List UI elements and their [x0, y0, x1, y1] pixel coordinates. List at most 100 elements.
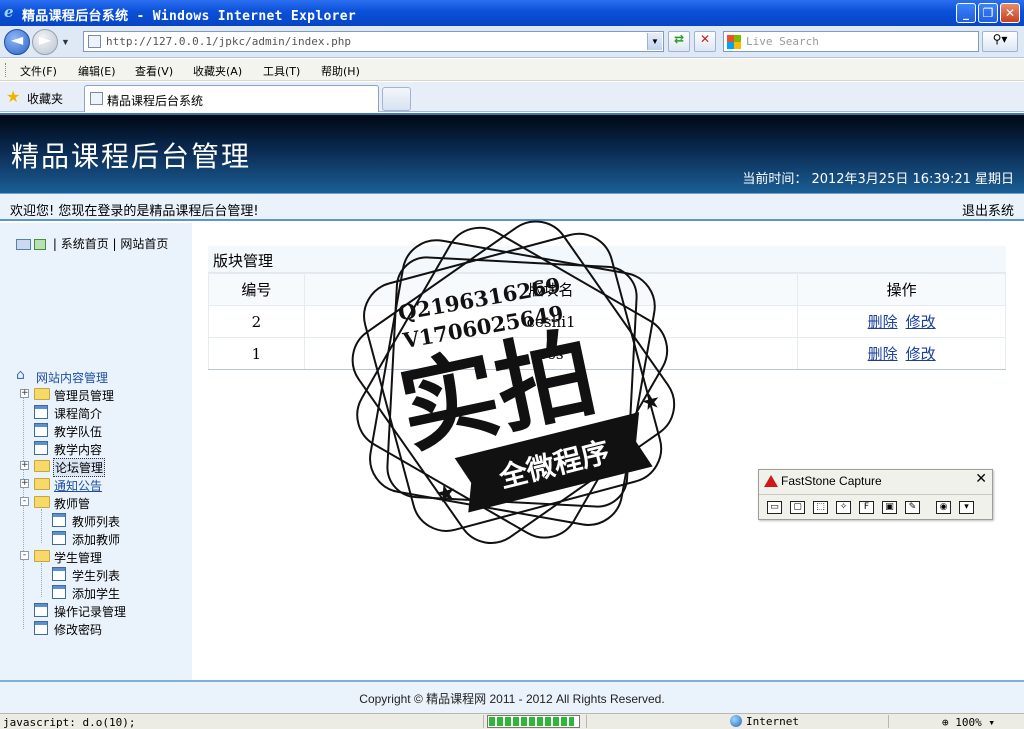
faststone-capture-toolbar[interactable]: FastStone Capture ✕ ▭ ▢ ⬚ ✧ F ▣ ✎ ◉ ▾ [758, 469, 993, 520]
search-input[interactable]: Live Search [723, 31, 979, 52]
welcome-message: 欢迎您! 您现在登录的是精品课程后台管理! [10, 204, 259, 219]
delete-link[interactable]: 删除 [868, 313, 898, 331]
tree-item-label: 添加教师 [72, 533, 121, 547]
forward-arrow-icon[interactable]: ► [32, 29, 58, 55]
window-titlebar: e 精品课程后台系统 - Windows Internet Explorer _… [0, 0, 1024, 26]
favorites-star-icon[interactable]: ★ [6, 87, 20, 107]
site-home-link[interactable]: 网站首页 [120, 237, 168, 251]
menu-bar: 文件(F) 编辑(E) 查看(V) 收藏夹(A) 工具(T) 帮助(H) [0, 59, 1024, 81]
menu-view[interactable]: 查看(V) [135, 63, 173, 79]
capture-tool-button[interactable]: ▭ [767, 501, 782, 514]
history-dropdown-icon[interactable]: ▼ [61, 37, 70, 47]
link-separator: | [52, 237, 57, 251]
folder-icon [34, 478, 50, 490]
logout-link[interactable]: 退出系统 [962, 200, 1014, 219]
back-arrow-icon[interactable]: ◄ [4, 29, 30, 55]
collapse-icon[interactable]: - [20, 551, 29, 560]
url-dropdown-icon[interactable]: ▼ [647, 33, 662, 50]
favorites-bar: ★ 收藏夹 精品课程后台系统 [0, 82, 1024, 112]
panel-title: 版块管理 [213, 252, 274, 270]
capture-tool-button[interactable]: ✧ [836, 501, 851, 514]
progress-fill [489, 717, 574, 726]
collapse-icon[interactable]: - [20, 497, 29, 506]
system-home-link[interactable]: 系统首页 [61, 237, 109, 251]
tree-item-label: 论坛管理 [53, 458, 106, 477]
new-tab-button[interactable] [382, 87, 411, 111]
document-icon [34, 441, 48, 455]
edit-link[interactable]: 修改 [906, 345, 936, 363]
tab-page-icon [90, 92, 103, 105]
refresh-icon[interactable]: ⇄ [668, 31, 690, 52]
close-button[interactable]: ✕ [1000, 3, 1020, 23]
tree-item-label: 学生管理 [54, 551, 103, 565]
capture-tool-button[interactable]: ▣ [882, 501, 897, 514]
site-header: 精品课程后台管理 当前时间： 2012年3月25日 16:39:21 星期日 [0, 113, 1024, 193]
cell-name: ceshi1 [303, 305, 799, 338]
favorites-button[interactable]: 收藏夹 [27, 90, 63, 107]
document-icon [52, 585, 66, 599]
tree-item-label: 教学队伍 [54, 425, 103, 439]
search-button[interactable]: ⚲▾ [982, 31, 1018, 52]
browser-tab[interactable]: 精品课程后台系统 [84, 85, 379, 112]
status-text: javascript: d.o(10); [3, 716, 136, 729]
copyright-text: Copyright © 精品课程网 2011 - 2012 All Rights… [359, 692, 665, 706]
status-separator [586, 715, 587, 728]
cell-name: ces [303, 337, 799, 370]
menu-help[interactable]: 帮助(H) [321, 63, 360, 79]
capture-tool-button[interactable]: ▢ [790, 501, 805, 514]
capture-tool-button[interactable]: ⬚ [813, 501, 828, 514]
minimize-button[interactable]: _ [956, 3, 976, 23]
tree-item-label: 修改密码 [54, 623, 103, 637]
status-separator [888, 715, 889, 728]
home-icon: ⌂ [16, 367, 25, 383]
column-header-name: 版块名 [303, 273, 799, 306]
table-row: 1 ces 删除 修改 [208, 337, 1006, 370]
tree-item-label: 操作记录管理 [54, 605, 127, 619]
expand-icon[interactable]: + [20, 479, 29, 488]
folder-icon [34, 388, 50, 400]
tree-item-label: 教师列表 [72, 515, 121, 529]
expand-icon[interactable]: + [20, 389, 29, 398]
capture-tool-button[interactable]: ◉ [936, 501, 951, 514]
cell-ops: 删除 修改 [797, 305, 1006, 338]
menu-tools[interactable]: 工具(T) [263, 63, 300, 79]
stop-icon[interactable]: ✕ [694, 31, 716, 52]
tree-line [41, 509, 42, 543]
document-icon [34, 603, 48, 617]
panel-header: 版块管理 [208, 246, 1006, 273]
folder-icon [34, 460, 50, 472]
capture-tool-button[interactable]: F [859, 501, 874, 514]
edit-link[interactable]: 修改 [906, 313, 936, 331]
expand-icon[interactable]: + [20, 461, 29, 470]
cell-id: 1 [208, 337, 305, 370]
column-header-id: 编号 [208, 273, 305, 306]
tree-line [41, 563, 42, 597]
cell-ops: 删除 修改 [797, 337, 1006, 370]
zoom-level: 100% [955, 716, 982, 729]
address-toolbar: ◄ ► ▼ http://127.0.0.1/jpkc/admin/index.… [0, 26, 1024, 58]
faststone-close-button[interactable]: ✕ [975, 471, 987, 487]
tree-line [23, 389, 24, 629]
tab-title: 精品课程后台系统 [107, 94, 204, 108]
capture-tool-button[interactable]: ✎ [905, 501, 920, 514]
security-zone[interactable]: Internet [730, 715, 799, 728]
faststone-title: FastStone Capture [781, 474, 882, 488]
document-icon [52, 531, 66, 545]
url-text: http://127.0.0.1/jpkc/admin/index.php [106, 35, 352, 48]
zoom-control[interactable]: ⊕ 100% ▾ [942, 716, 995, 729]
capture-tool-button[interactable]: ▾ [959, 501, 974, 514]
tree-item-label: 通知公告 [54, 479, 103, 493]
url-input[interactable]: http://127.0.0.1/jpkc/admin/index.php ▼ [83, 31, 664, 52]
menu-edit[interactable]: 编辑(E) [78, 63, 116, 79]
progress-bar [487, 715, 580, 728]
zone-label: Internet [746, 715, 799, 728]
main-content: 版块管理 编号 版块名 操作 2 ceshi1 删除 修改 1 ces 删除 修改 [208, 246, 1006, 371]
status-bar: javascript: d.o(10); Internet ⊕ 100% ▾ [0, 713, 1024, 729]
document-icon [52, 567, 66, 581]
delete-link[interactable]: 删除 [868, 345, 898, 363]
maximize-button[interactable]: ❐ [978, 3, 998, 23]
ie-logo-icon: e [4, 3, 14, 21]
menu-file[interactable]: 文件(F) [20, 63, 57, 79]
folder-icon [34, 550, 50, 562]
menu-favorites[interactable]: 收藏夹(A) [193, 63, 242, 79]
